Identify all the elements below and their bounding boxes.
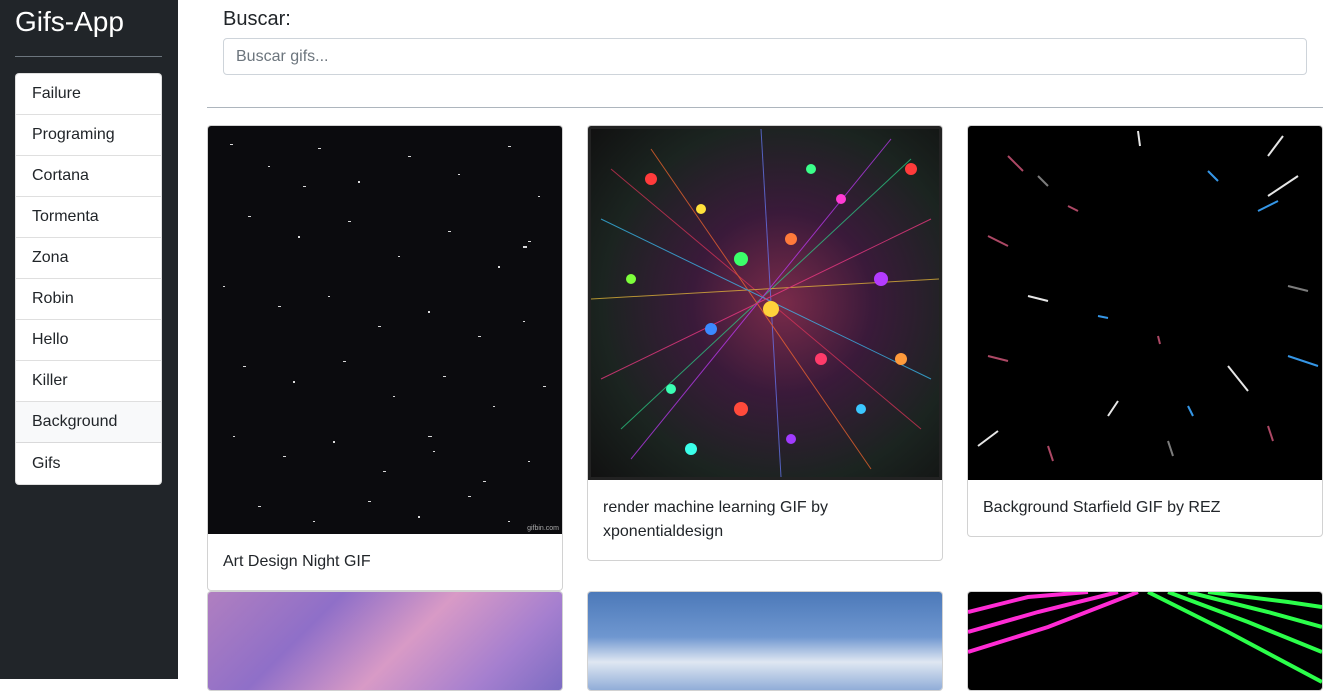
app-title: Gifs-App — [15, 6, 124, 37]
history-item-cortana[interactable]: Cortana — [16, 156, 161, 197]
gif-card[interactable] — [207, 591, 563, 691]
gif-image: gifbin.com — [208, 126, 562, 534]
history-item-gifs[interactable]: Gifs — [16, 443, 161, 484]
sidebar-divider — [15, 56, 162, 57]
watermark: gifbin.com — [527, 525, 559, 532]
gif-image — [968, 592, 1322, 690]
history-item-programing[interactable]: Programing — [16, 115, 161, 156]
gif-image — [588, 126, 942, 480]
neon-image — [968, 592, 1322, 684]
sidebar: Gifs-App Failure Programing Cortana Torm… — [0, 0, 178, 679]
network-image — [590, 128, 940, 478]
history-item-failure[interactable]: Failure — [16, 74, 161, 115]
starfield-image-rez — [977, 130, 1319, 462]
gif-image — [588, 592, 942, 690]
gif-card[interactable]: render machine learning GIF by xponentia… — [587, 125, 943, 561]
gif-title: Art Design Night GIF — [223, 553, 371, 570]
search-history-list: Failure Programing Cortana Tormenta Zona… — [15, 73, 162, 485]
search-label: Buscar: — [223, 8, 291, 30]
gif-image — [968, 126, 1322, 480]
history-item-hello[interactable]: Hello — [16, 320, 161, 361]
main-content: Buscar: Buscar gifs... gifbin.com Art De… — [178, 0, 1333, 691]
content-divider — [207, 107, 1323, 108]
history-item-zona[interactable]: Zona — [16, 238, 161, 279]
history-item-killer[interactable]: Killer — [16, 361, 161, 402]
gif-title: render machine learning GIF by xponentia… — [603, 499, 828, 540]
gif-image — [208, 592, 562, 690]
gif-card[interactable]: Background Starfield GIF by REZ — [967, 125, 1323, 537]
gif-card[interactable] — [967, 591, 1323, 691]
starfield-image-art — [223, 144, 546, 522]
history-item-background[interactable]: Background — [16, 402, 161, 443]
history-item-robin[interactable]: Robin — [16, 279, 161, 320]
gif-title: Background Starfield GIF by REZ — [983, 499, 1221, 516]
search-input[interactable] — [223, 38, 1307, 75]
gif-card[interactable] — [587, 591, 943, 691]
gif-card[interactable]: gifbin.com Art Design Night GIF — [207, 125, 563, 591]
history-item-tormenta[interactable]: Tormenta — [16, 197, 161, 238]
